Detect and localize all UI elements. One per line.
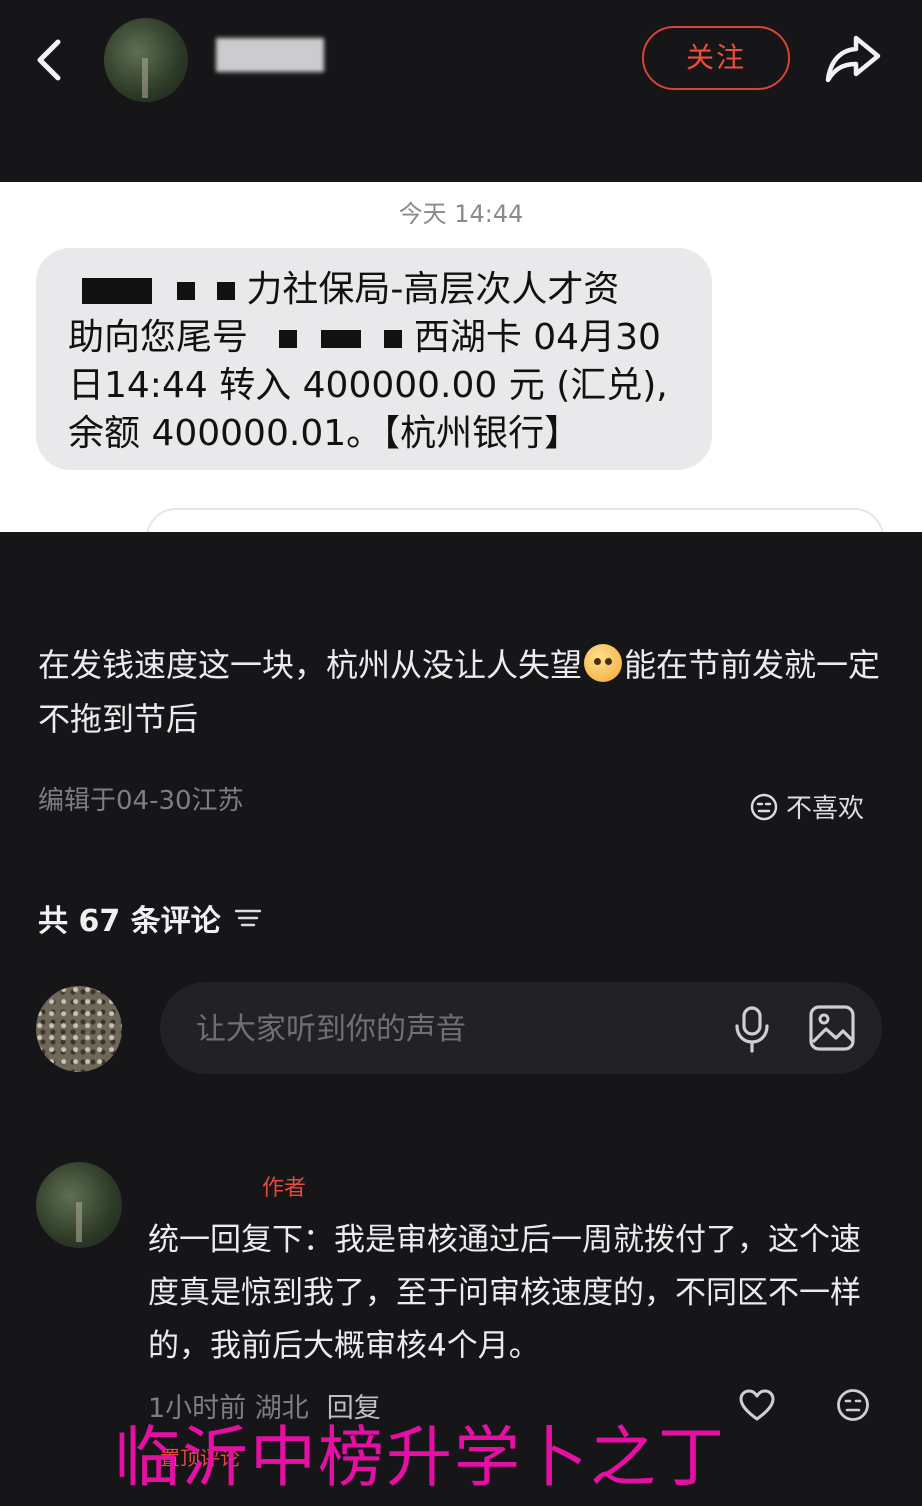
sort-icon[interactable] [233,906,263,930]
watermark-text: 临沂中榜升学卜之丁 [114,1419,726,1496]
sms-text: 西湖卡 04月30 [413,317,661,358]
post-image-sms-screenshot[interactable]: 今天 14:44 力社保局-高层次人才资 助向您尾号 西湖卡 04月30 日14… [0,182,922,532]
sms-line-2: 助向您尾号 西湖卡 04月30 [68,314,682,362]
redaction-block [384,330,403,348]
dislike-button[interactable]: 不喜欢 [750,788,864,825]
sms-timestamp: 今天 14:44 [398,200,524,228]
sms-line-1: 力社保局-高层次人才资 [68,266,682,314]
comments-count-label: 共 67 条评论 [38,904,221,939]
redaction-block [82,278,152,304]
back-arrow-icon[interactable] [30,36,70,84]
post-text: 在发钱速度这一块，杭州从没让人失望 [38,646,583,684]
sms-next-bubble [146,508,884,532]
share-icon[interactable] [824,32,882,84]
sms-bubble: 力社保局-高层次人才资 助向您尾号 西湖卡 04月30 日14:44 转入 40… [36,248,712,470]
smiling-emoji-icon [584,644,623,682]
redaction-block [177,282,196,300]
my-avatar[interactable] [36,986,122,1072]
microphone-icon[interactable] [732,1004,772,1054]
dislike-face-icon[interactable] [836,1388,870,1422]
edit-meta: 编辑于04-30江苏 [38,786,244,816]
dislike-label: 不喜欢 [786,794,865,824]
sms-text: 力社保局-高层次人才资 [246,269,620,310]
comment-input-box[interactable] [160,982,882,1074]
post-body: 在发钱速度这一块，杭州从没让人失望 能在节前发就一定不拖到节后 [38,638,888,746]
sms-line-4: 余额 400000.01。【杭州银行】 [68,413,581,454]
comment-author-avatar[interactable] [36,1162,122,1248]
redaction-block [279,330,298,348]
comments-count: 共 67 条评论 [38,896,263,940]
neutral-face-icon [750,793,778,820]
sms-line-3: 日14:44 转入 400000.00 元 (汇兑), [68,365,668,406]
author-avatar[interactable] [104,18,188,102]
image-icon[interactable] [808,1004,856,1052]
author-name-redacted[interactable] [216,38,324,72]
like-heart-icon[interactable] [738,1388,776,1422]
redaction-block [320,330,361,348]
comment-text: 统一回复下：我是审核通过后一周就拨付了，这个速度真是惊到我了，至于问审核速度的，… [148,1222,861,1364]
comment-input[interactable] [194,1006,718,1052]
author-badge: 作者 [262,1176,307,1201]
redaction-block [216,282,235,300]
sms-text: 助向您尾号 [68,317,249,358]
top-bar: 关注 [0,0,922,180]
follow-button[interactable]: 关注 [642,26,790,90]
